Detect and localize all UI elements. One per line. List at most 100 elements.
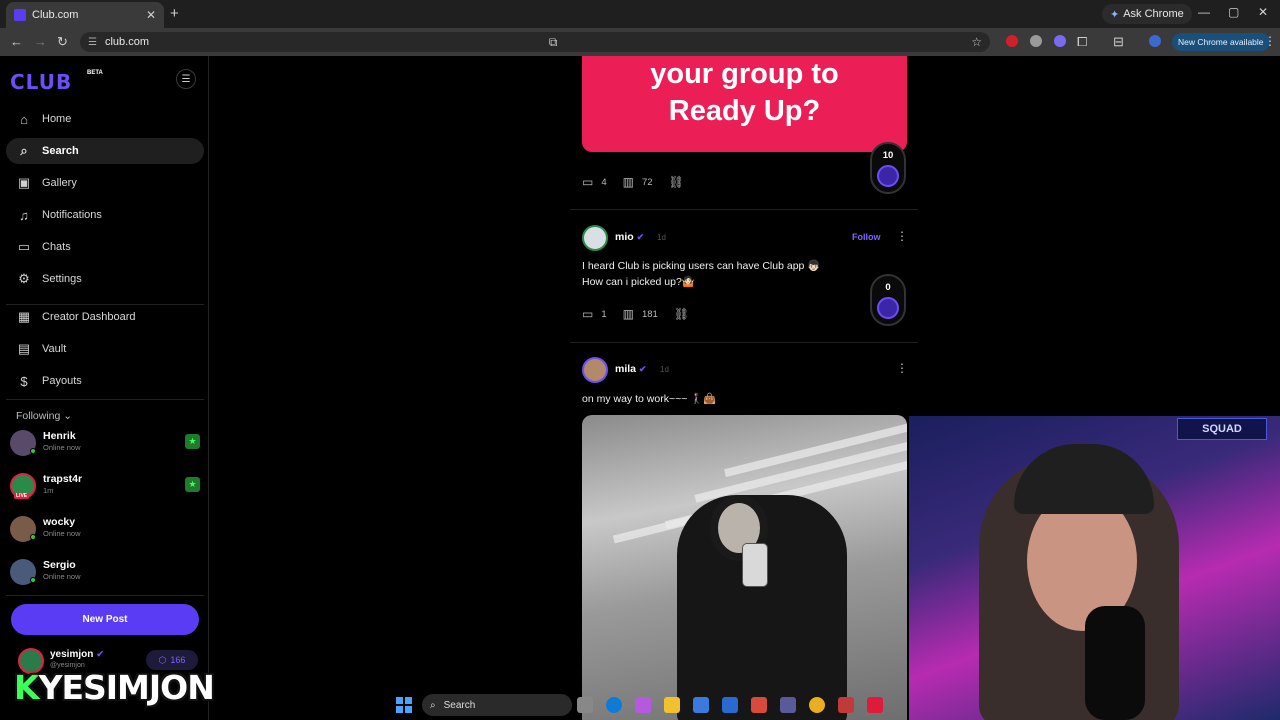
post-banner-image[interactable]: your group to Ready Up? [582, 56, 907, 152]
extension-grey-icon[interactable] [1030, 35, 1042, 47]
taskbar-search[interactable]: ⌕ Search [422, 694, 572, 716]
online-status-dot [30, 448, 36, 454]
side-panel-icon[interactable]: ⊟ [1113, 34, 1124, 50]
site-info-icon[interactable]: ☰ [88, 37, 97, 48]
follow-button[interactable]: Follow [852, 232, 881, 242]
score-badge[interactable]: 0 [870, 274, 906, 326]
extensions-puzzle-icon[interactable]: ⧠ [1077, 34, 1087, 50]
post-actions: ▭ 4 ▥ 72 ⛓ [582, 175, 692, 189]
more-options-icon[interactable]: ⋮ [896, 361, 908, 375]
sidebar-item-search[interactable]: ⌕ Search [6, 138, 204, 164]
following-user[interactable]: LIVE trapst4r 1m ★ [10, 471, 200, 501]
comment-icon[interactable]: ▭ [582, 175, 593, 189]
install-icon[interactable]: ⧉ [549, 35, 558, 50]
profile-avatar-icon[interactable] [1149, 35, 1161, 47]
sidebar-item-chats[interactable]: ▭ Chats [6, 234, 204, 260]
points-value: 166 [170, 655, 186, 665]
verified-badge-icon: ✔ [636, 232, 645, 242]
post-time: 1d [660, 365, 669, 374]
back-arrow-icon[interactable]: ← [10, 34, 23, 49]
verified-badge-icon: ✔ [639, 364, 647, 374]
following-user-status: Online now [43, 572, 81, 581]
star-icon[interactable]: ★ [185, 477, 200, 492]
sidebar-item-label: Chats [42, 241, 71, 253]
copilot-icon[interactable] [635, 697, 651, 713]
hamburger-menu-icon[interactable]: ☰ [176, 69, 196, 89]
following-header[interactable]: Following ⌄ [16, 410, 72, 422]
sidebar: CLUB BETA ☰ ⌂ Home ⌕ Search ▣ Gallery ♫ Notific… [0, 56, 209, 720]
live-badge: LIVE [14, 493, 30, 499]
sidebar-item-creator-dashboard[interactable]: ▦ Creator Dashboard [6, 304, 204, 330]
close-window-button[interactable]: ✕ [1258, 5, 1268, 19]
browser-tab[interactable]: Club.com ✕ [6, 2, 164, 28]
minimize-button[interactable]: — [1198, 5, 1210, 19]
windows-start-icon[interactable] [396, 697, 412, 713]
following-user-name: Sergio [43, 559, 76, 571]
new-chrome-available-button[interactable]: New Chrome available [1172, 33, 1270, 51]
phone-shape [742, 543, 768, 587]
sidebar-item-label: Gallery [42, 177, 77, 189]
post-author: mio ✔ [615, 231, 645, 243]
comment-count: 1 [601, 308, 607, 320]
star-icon[interactable]: ★ [185, 434, 200, 449]
recording-icon[interactable] [867, 697, 883, 713]
avatar[interactable] [582, 225, 608, 251]
tab-title: Club.com [32, 9, 79, 21]
post-photo[interactable] [582, 415, 907, 720]
edge-icon[interactable] [606, 697, 622, 713]
microphone [1085, 606, 1145, 720]
taskbar-search-label: Search [443, 699, 476, 711]
more-options-icon[interactable]: ⋮ [896, 229, 908, 243]
sidebar-item-home[interactable]: ⌂ Home [6, 106, 204, 132]
chrome-icon[interactable] [809, 697, 825, 713]
dashboard-icon: ▦ [17, 309, 31, 324]
sidebar-item-label: Creator Dashboard [42, 311, 136, 323]
sidebar-item-settings[interactable]: ⚙ Settings [6, 266, 204, 292]
view-count: 181 [641, 308, 658, 320]
ask-chrome-button[interactable]: ✦ Ask Chrome [1102, 4, 1192, 24]
avatar[interactable] [582, 357, 608, 383]
app-icon[interactable] [780, 697, 796, 713]
forward-arrow-icon[interactable]: → [34, 34, 47, 49]
link-icon[interactable]: ⛓ [669, 175, 684, 189]
maximize-button[interactable]: ▢ [1228, 5, 1239, 19]
sidebar-item-notifications[interactable]: ♫ Notifications [6, 202, 204, 228]
online-status-dot [30, 534, 36, 540]
nav-divider [6, 304, 204, 305]
pin-icon[interactable] [838, 697, 854, 713]
points-badge[interactable]: ⬡ 166 [146, 650, 198, 670]
streamer-cap [1014, 444, 1154, 514]
extension-purple-icon[interactable] [1054, 35, 1066, 47]
sidebar-item-vault[interactable]: ▤ Vault [6, 336, 204, 362]
post-header: mila ✔ 1d ⋮ [582, 357, 908, 383]
store-icon[interactable] [693, 697, 709, 713]
office-icon[interactable] [751, 697, 767, 713]
online-status-dot [30, 577, 36, 583]
score-value: 10 [882, 150, 894, 161]
chrome-menu-icon[interactable]: ⋮ [1264, 34, 1276, 48]
following-user[interactable]: Henrik Online now ★ [10, 428, 200, 458]
extension-red-icon[interactable] [1006, 35, 1018, 47]
url-field[interactable]: ☰ club.com ⧉ ☆ [80, 32, 990, 52]
bookmark-star-icon[interactable]: ☆ [971, 35, 982, 49]
sidebar-item-payouts[interactable]: $ Payouts [6, 368, 204, 394]
tab-close-icon[interactable]: ✕ [146, 8, 156, 22]
new-tab-button[interactable]: + [170, 5, 179, 22]
folder-icon[interactable] [664, 697, 680, 713]
following-user[interactable]: Sergio Online now [10, 557, 200, 587]
following-user[interactable]: wocky Online now [10, 514, 200, 544]
new-post-button[interactable]: New Post [11, 604, 199, 635]
post-separator [570, 209, 918, 210]
file-icon[interactable] [577, 697, 593, 713]
comment-icon[interactable]: ▭ [582, 307, 593, 321]
reload-icon[interactable]: ↻ [57, 34, 68, 50]
club-logo[interactable]: CLUB [10, 70, 72, 94]
verified-badge-icon: ✔ [96, 649, 104, 659]
sidebar-item-gallery[interactable]: ▣ Gallery [6, 170, 204, 196]
score-badge[interactable]: 10 [870, 142, 906, 194]
sidebar-item-label: Notifications [42, 209, 102, 221]
browser-tabbar: Club.com ✕ + ✦ Ask Chrome — ▢ ✕ [0, 0, 1280, 28]
mail-icon[interactable] [722, 697, 738, 713]
feed: your group to Ready Up? ▭ 4 ▥ 72 ⛓ 10 mio ✔… [570, 56, 918, 720]
link-icon[interactable]: ⛓ [674, 307, 689, 321]
